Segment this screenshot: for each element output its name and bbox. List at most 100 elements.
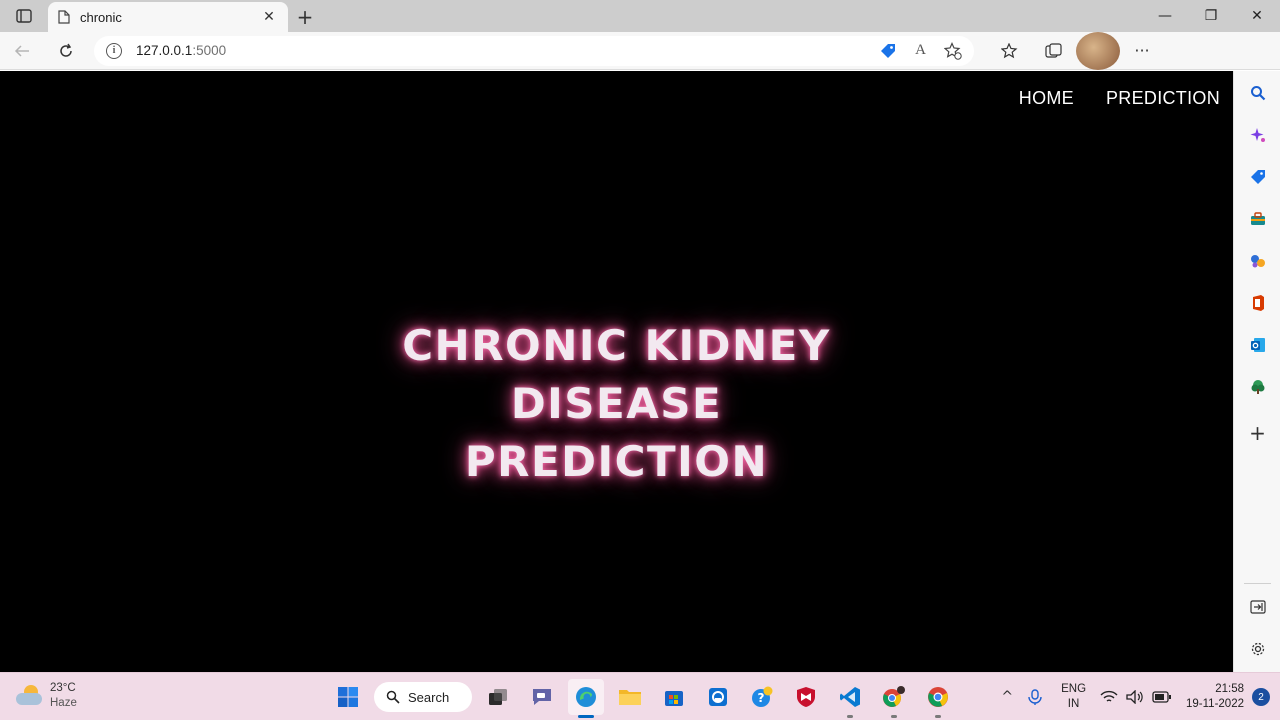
gear-icon — [1251, 642, 1264, 656]
address-bar[interactable]: i 127.0.0.1:5000 A — [94, 35, 974, 66]
taskbar-file-explorer[interactable] — [612, 679, 648, 715]
help-icon: ? — [752, 686, 773, 707]
profile-button[interactable] — [1076, 31, 1120, 70]
window-controls: — ❐ ✕ — [1142, 0, 1280, 32]
address-bar-icons: A — [879, 41, 962, 60]
hero-title: CHRONIC KIDNEY DISEASE PREDICTION — [297, 317, 937, 491]
task-view-icon — [489, 689, 507, 705]
weather-widget[interactable]: 23°C Haze — [16, 681, 77, 711]
toolbox-icon — [1250, 212, 1265, 225]
hide-sidebar-icon — [1249, 600, 1266, 614]
taskbar-chrome-profile[interactable] — [876, 679, 912, 715]
mcafee-shield-icon — [797, 687, 815, 707]
taskbar-mcafee[interactable] — [788, 679, 824, 715]
vscode-icon — [840, 687, 860, 707]
sidebar-discover-button[interactable] — [1234, 120, 1280, 150]
add-favorite-icon[interactable] — [944, 41, 962, 60]
office-icon — [1252, 295, 1264, 311]
url-text[interactable]: 127.0.0.1:5000 — [136, 43, 865, 58]
taskbar-app-blue[interactable] — [700, 679, 736, 715]
favorites-icon — [1001, 42, 1018, 58]
browser-tool-icons: ··· — [988, 31, 1164, 70]
weather-haze-icon — [16, 685, 42, 707]
sidebar-add-button[interactable]: + — [1234, 418, 1280, 448]
show-hidden-icons-chevron[interactable]: ^ — [995, 689, 1019, 705]
windows-start-icon — [338, 687, 358, 707]
hero-title-line2: PREDICTION — [464, 437, 769, 486]
browser-toolbar: i 127.0.0.1:5000 A ··· — [0, 31, 1280, 70]
more-options-icon: ··· — [1134, 41, 1150, 60]
hero-section: CHRONIC KIDNEY DISEASE PREDICTION — [0, 317, 1233, 491]
teams-chat-button[interactable] — [524, 679, 560, 715]
new-tab-button[interactable]: + — [288, 2, 322, 32]
start-button[interactable] — [330, 679, 366, 715]
taskbar-edge[interactable] — [568, 679, 604, 715]
task-view-button[interactable] — [480, 679, 516, 715]
plus-icon: + — [1249, 421, 1266, 445]
sidebar-tools-button[interactable] — [1234, 204, 1280, 234]
hero-title-line1: CHRONIC KIDNEY DISEASE — [402, 321, 831, 428]
taskbar-apps: Search ? — [330, 679, 956, 715]
tab-actions-icon — [16, 9, 32, 23]
tab-title: chronic — [80, 9, 122, 25]
teams-chat-icon — [533, 689, 551, 705]
clock-date: 19-11-2022 — [1186, 698, 1244, 710]
notification-badge[interactable]: 2 — [1252, 688, 1270, 706]
language-indicator[interactable]: ENG IN — [1051, 682, 1096, 712]
sidebar-divider — [1244, 583, 1271, 584]
microphone-icon[interactable] — [1025, 688, 1045, 706]
windows-taskbar: 23°C Haze Search ? ^ ENG IN 21:58 19-11-… — [0, 672, 1280, 720]
wifi-icon[interactable] — [1100, 690, 1118, 704]
browser-titlebar: chronic ✕ + — ❐ ✕ — [0, 0, 1280, 32]
favorites-button[interactable] — [988, 32, 1032, 70]
coupon-tag-icon[interactable] — [879, 42, 897, 60]
shopping-tag-icon — [1250, 170, 1265, 184]
taskbar-chrome[interactable] — [920, 679, 956, 715]
collections-button[interactable] — [1032, 32, 1076, 70]
restore-button[interactable]: ❐ — [1188, 0, 1234, 32]
headset-app-icon — [709, 688, 727, 706]
sidebar-settings-button[interactable] — [1234, 634, 1280, 664]
minimize-button[interactable]: — — [1142, 0, 1188, 32]
browser-tab[interactable]: chronic ✕ — [48, 2, 288, 32]
nav-home-link[interactable]: HOME — [1019, 88, 1074, 109]
settings-more-button[interactable]: ··· — [1120, 32, 1164, 70]
site-nav: HOME PREDICTION — [1019, 88, 1220, 109]
sidebar-office-button[interactable] — [1234, 288, 1280, 318]
clock-time: 21:58 — [1215, 683, 1244, 695]
tab-actions-button[interactable] — [0, 0, 48, 32]
sidebar-hide-button[interactable] — [1234, 592, 1280, 622]
weather-temp: 23°C — [50, 682, 76, 694]
nav-prediction-link[interactable]: PREDICTION — [1106, 88, 1220, 109]
sparkle-icon — [1250, 128, 1265, 142]
sidebar-outlook-button[interactable] — [1234, 330, 1280, 360]
page-viewport: HOME PREDICTION CHRONIC KIDNEY DISEASE P… — [0, 71, 1233, 672]
sidebar-games-button[interactable] — [1234, 246, 1280, 276]
system-clock[interactable]: 21:58 19-11-2022 — [1176, 682, 1252, 712]
battery-icon[interactable] — [1152, 691, 1172, 703]
chrome-icon — [883, 686, 905, 707]
sidebar-tree-button[interactable] — [1234, 372, 1280, 402]
weather-text: 23°C Haze — [50, 681, 77, 711]
back-button[interactable] — [0, 32, 44, 70]
folder-icon — [619, 690, 641, 705]
site-info-icon[interactable]: i — [106, 42, 122, 59]
back-arrow-icon — [14, 44, 29, 57]
taskbar-vscode[interactable] — [832, 679, 868, 715]
taskbar-search[interactable]: Search — [374, 682, 472, 712]
taskbar-help[interactable]: ? — [744, 679, 780, 715]
volume-icon[interactable] — [1126, 690, 1144, 704]
close-window-button[interactable]: ✕ — [1234, 0, 1280, 32]
url-port: :5000 — [192, 43, 227, 58]
language-line2: IN — [1067, 698, 1080, 710]
read-aloud-icon[interactable]: A — [915, 42, 926, 59]
reload-button[interactable] — [44, 32, 88, 70]
system-tray: ^ ENG IN 21:58 19-11-2022 2 — [995, 673, 1280, 721]
sidebar-shopping-button[interactable] — [1234, 162, 1280, 192]
close-tab-icon[interactable]: ✕ — [260, 9, 278, 25]
weather-condition: Haze — [50, 697, 77, 709]
svg-text:?: ? — [758, 691, 765, 705]
sidebar-search-button[interactable] — [1234, 78, 1280, 108]
taskbar-store[interactable] — [656, 679, 692, 715]
collections-icon — [1045, 42, 1062, 58]
